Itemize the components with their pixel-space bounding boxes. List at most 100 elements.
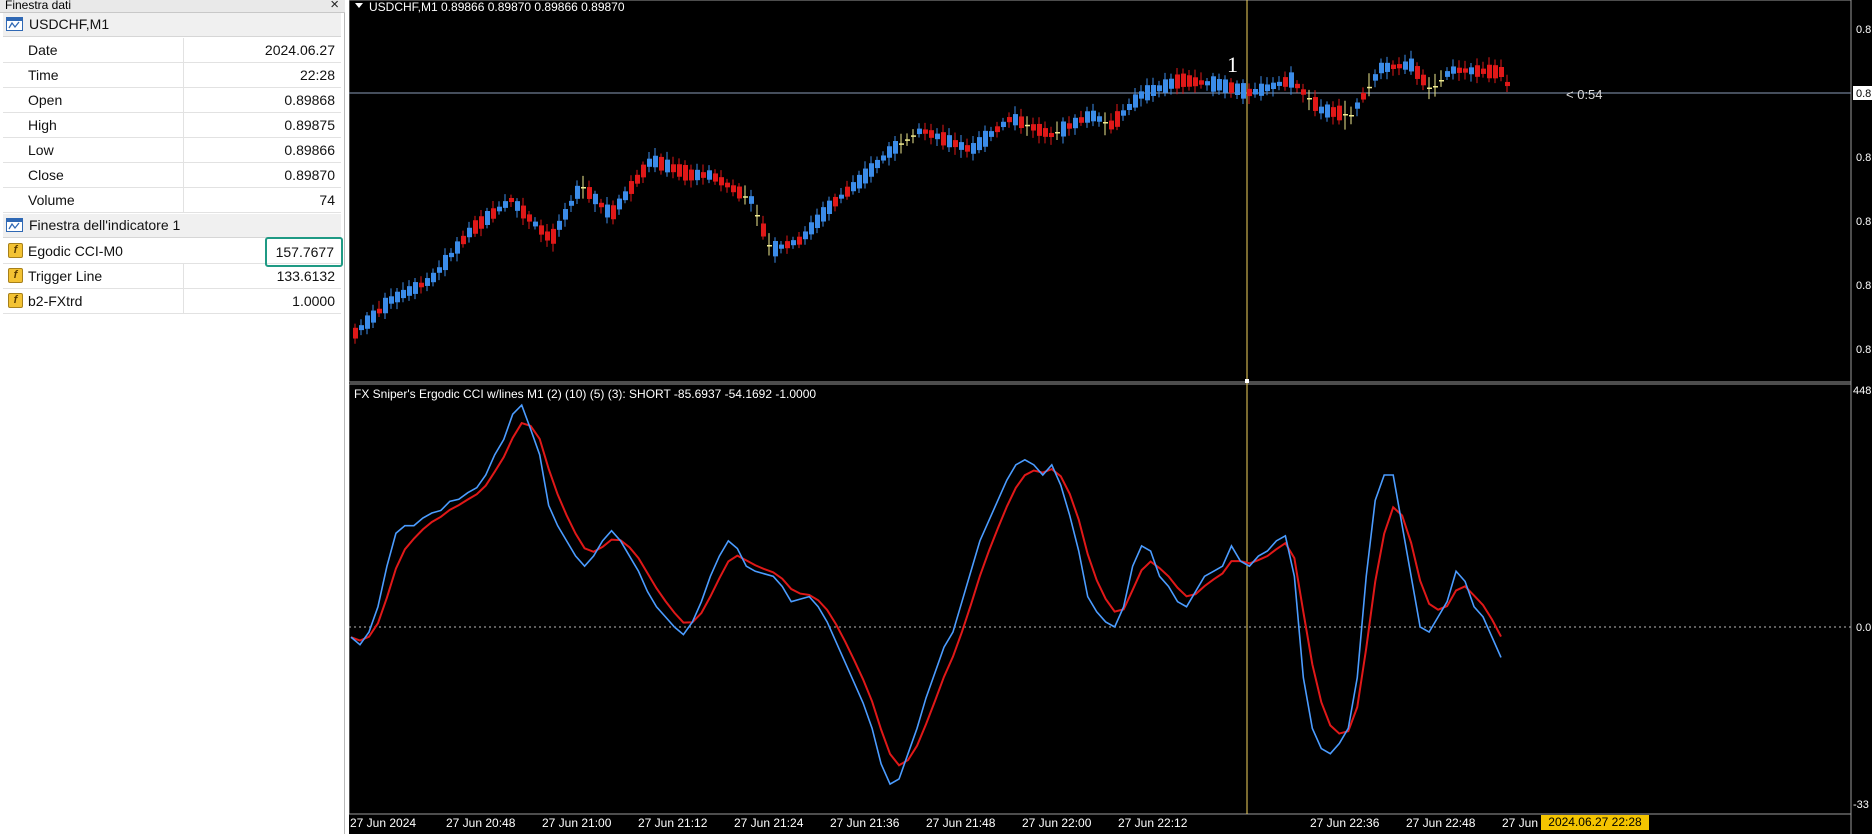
data-window-panel: Finestra dati × USDCHF,M1 Date 2024.06.2…: [0, 0, 345, 834]
candle-body: [821, 207, 826, 222]
candle-body: [1313, 97, 1318, 111]
candle-body: [1091, 110, 1096, 122]
candle-body: [503, 201, 508, 208]
candle-body: [437, 267, 442, 273]
candle-body: [1037, 123, 1042, 136]
candle-body: [1133, 94, 1138, 108]
candle-body: [353, 327, 358, 339]
indicator-tick-zero: 0.0: [1856, 622, 1871, 634]
candle-body: [611, 205, 616, 220]
candle-body: [623, 191, 628, 201]
candle-body: [1379, 62, 1384, 74]
candle-body: [719, 177, 724, 186]
candle-body: [617, 198, 622, 210]
candle-body: [1169, 78, 1174, 89]
price-tick: 0.8: [1856, 344, 1871, 356]
candle-body: [509, 197, 514, 203]
candle-body: [827, 200, 832, 215]
time-label: 27 Jun 21:12: [638, 816, 708, 830]
data-row-low: Low 0.89866: [3, 138, 341, 163]
data-row-date: Date 2024.06.27: [3, 38, 341, 63]
row-value: 0.89875: [183, 113, 335, 137]
candle-body: [893, 140, 898, 154]
candle-body: [1487, 64, 1492, 79]
candle-body: [1241, 83, 1246, 99]
candle-body: [1409, 58, 1414, 72]
candle-body: [989, 131, 994, 137]
candle-body: [461, 235, 466, 245]
candlestick-series: [353, 50, 1510, 344]
candle-body: [1157, 85, 1162, 92]
candle-body: [1223, 79, 1228, 93]
candle-body: [497, 206, 502, 212]
candle-body: [671, 164, 676, 173]
symbol-group-header[interactable]: USDCHF,M1: [3, 13, 341, 37]
candle-body: [371, 310, 376, 323]
ergodic-cci-line: [350, 403, 1502, 786]
candle-body: [563, 209, 568, 220]
indicator-tick-top: 448: [1853, 385, 1871, 397]
candle-body: [1427, 87, 1432, 89]
candle-body: [1319, 106, 1324, 114]
indicator-group-header[interactable]: Finestra dell'indicatore 1: [3, 214, 341, 238]
dropdown-triangle-icon[interactable]: [355, 3, 363, 8]
row-value: 0.89866: [183, 138, 335, 162]
candle-body: [1295, 83, 1300, 89]
candle-body: [1205, 81, 1210, 86]
main-pane-frame: [349, 0, 1852, 383]
candle-body: [929, 130, 934, 138]
symbol-group-label: USDCHF,M1: [29, 16, 110, 32]
candle-body: [1013, 114, 1018, 126]
candle-body: [359, 325, 364, 331]
time-label: 27 Jun 21:36: [830, 816, 900, 830]
custom-indicator-icon: f: [8, 243, 23, 258]
candle-body: [959, 142, 964, 150]
candle-body: [1493, 65, 1498, 79]
candle-body: [1439, 80, 1444, 82]
candle-body: [791, 240, 796, 246]
chart-window[interactable]: USDCHF,M1 0.89866 0.89870 0.89866 0.8987…: [349, 0, 1872, 834]
time-axis: 27 Jun 2024 27 Jun 20:48 27 Jun 21:00 27…: [350, 816, 1572, 830]
close-icon[interactable]: ×: [330, 0, 339, 12]
candle-body: [383, 297, 388, 314]
indicator-pane-header: FX Sniper's Ergodic CCI w/lines M1 (2) (…: [354, 387, 816, 401]
row-value: 2024.06.27: [183, 38, 335, 62]
candle-body: [923, 129, 928, 134]
candle-body: [1049, 132, 1054, 138]
indicator-row-b2-fxtrd: f b2-FXtrd 1.0000: [3, 289, 341, 314]
candle-body: [1193, 77, 1198, 87]
candle-body: [1355, 102, 1360, 109]
candle-body: [1139, 91, 1144, 99]
candle-body: [833, 196, 838, 207]
indicator-group-label: Finestra dell'indicatore 1: [29, 217, 181, 233]
chart-window-icon: [6, 17, 23, 31]
price-tick: 0.8: [1856, 216, 1871, 228]
candle-body: [1337, 105, 1342, 121]
candle-body: [479, 216, 484, 229]
candle-body: [695, 169, 700, 181]
candle-body: [443, 254, 448, 271]
row-value: 74: [183, 188, 335, 212]
row-value: 133.6132: [183, 264, 335, 288]
chart-canvas[interactable]: USDCHF,M1 0.89866 0.89870 0.89866 0.8987…: [349, 0, 1872, 834]
candle-body: [539, 225, 544, 235]
candle-body: [947, 135, 952, 148]
candle-body: [737, 186, 742, 199]
candle-body: [1331, 107, 1336, 117]
candle-body: [1199, 80, 1204, 85]
candle-body: [1025, 124, 1030, 127]
candle-body: [1433, 86, 1438, 88]
candle-body: [731, 185, 736, 193]
row-label: Trigger Line: [28, 268, 103, 284]
price-scale: 0.8 0.8 0.8 0.8 0.8 0.8 448 0.0 -33: [1853, 24, 1872, 811]
candle-body: [755, 215, 760, 217]
candle-body: [1415, 66, 1420, 79]
candle-body: [473, 220, 478, 234]
time-label: 27 Jun 22:12: [1118, 816, 1188, 830]
candle-body: [1301, 89, 1306, 95]
candle-body: [953, 140, 958, 148]
candle-body: [551, 228, 556, 244]
candle-body: [905, 139, 910, 141]
crosshair-handle[interactable]: [1245, 379, 1249, 383]
candle-body: [1505, 81, 1510, 87]
